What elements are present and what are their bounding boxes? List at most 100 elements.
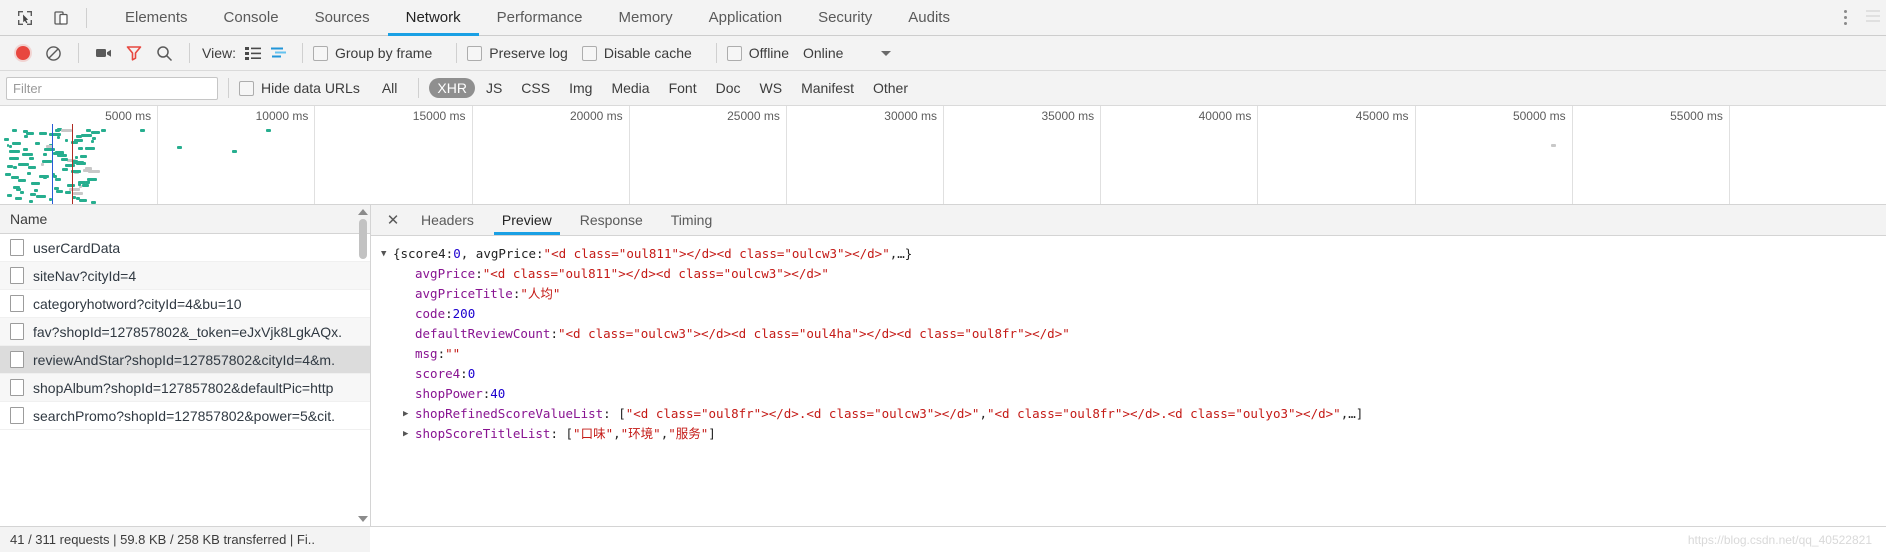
filter-type-media[interactable]: Media [603, 78, 657, 98]
filter-type-ws[interactable]: WS [752, 78, 791, 98]
json-line[interactable]: msg: "" [381, 344, 1886, 364]
checkbox-box[interactable] [312, 45, 328, 61]
toolbar-divider [228, 78, 229, 98]
checkbox-box[interactable] [239, 80, 254, 96]
json-line[interactable]: shopPower: 40 [381, 384, 1886, 404]
network-overview-timeline[interactable]: 5000 ms 10000 ms 15000 ms 20000 ms 25000 ms 3… [0, 106, 1886, 205]
preview-json-viewer[interactable]: ▼ {score4: 0, avgPrice: "<d class="oul811… [371, 236, 1886, 526]
filter-type-js[interactable]: JS [478, 78, 510, 98]
document-icon [10, 323, 24, 340]
group-by-frame-checkbox[interactable]: Group by frame [312, 45, 432, 61]
tab-timing[interactable]: Timing [657, 205, 727, 235]
record-button-icon[interactable] [8, 40, 38, 66]
hide-data-urls-checkbox[interactable]: Hide data URLs [239, 80, 360, 96]
request-list-scrollbar[interactable] [358, 209, 368, 385]
tab-sources[interactable]: Sources [297, 0, 388, 35]
collapse-arrow-icon[interactable]: ▶ [403, 404, 415, 424]
overview-request-bar [31, 181, 40, 185]
view-label: View: [202, 45, 236, 61]
preserve-log-checkbox[interactable]: Preserve log [467, 45, 568, 61]
window-controls-icon [1866, 9, 1880, 26]
clear-icon[interactable] [38, 40, 68, 66]
request-list-item[interactable]: userCardData [0, 234, 370, 262]
filter-type-font[interactable]: Font [661, 78, 705, 98]
camera-icon[interactable] [89, 40, 119, 66]
tab-application[interactable]: Application [691, 0, 800, 35]
request-detail-pane: ✕ Headers Preview Response Timing ▼ {scor… [371, 205, 1886, 526]
filter-type-img[interactable]: Img [561, 78, 600, 98]
json-line[interactable]: score4: 0 [381, 364, 1886, 384]
chevron-down-icon[interactable] [881, 50, 892, 56]
tab-audits[interactable]: Audits [890, 0, 968, 35]
toolbar-divider [456, 43, 458, 63]
json-key: shopPower [415, 386, 483, 401]
filter-type-css[interactable]: CSS [513, 78, 558, 98]
overview-request-bar [23, 148, 28, 152]
json-string-value: "口味" [573, 426, 614, 441]
tab-console[interactable]: Console [206, 0, 297, 35]
tab-response[interactable]: Response [566, 205, 657, 235]
list-view-icon[interactable] [240, 41, 266, 65]
request-list-item[interactable]: categoryhotword?cityId=4&bu=10 [0, 290, 370, 318]
filter-type-manifest[interactable]: Manifest [793, 78, 862, 98]
vertical-dots-icon[interactable] [1836, 8, 1854, 28]
json-punctuation: ] [708, 426, 716, 441]
tab-memory[interactable]: Memory [601, 0, 691, 35]
funnel-icon[interactable] [119, 40, 149, 66]
request-rows: userCardData siteNav?cityId=4 categoryhotw… [0, 234, 370, 526]
checkbox-label: Hide data URLs [261, 80, 360, 96]
request-list-item[interactable]: siteNav?cityId=4 [0, 262, 370, 290]
search-icon[interactable] [149, 40, 179, 66]
tab-performance[interactable]: Performance [479, 0, 601, 35]
filter-input[interactable] [6, 76, 218, 100]
request-list-scrollbar-down[interactable] [358, 516, 368, 522]
waterfall-view-icon[interactable] [266, 41, 292, 65]
scroll-down-arrow-icon[interactable] [358, 516, 368, 522]
request-list-item[interactable]: shopAlbum?shopId=127857802&defaultPic=ht… [0, 374, 370, 402]
json-line[interactable]: defaultReviewCount: "<d class="oulcw3"><… [381, 324, 1886, 344]
request-list-item[interactable]: fav?shopId=127857802&_token=eJxVjk8LgkAQ… [0, 318, 370, 346]
scrollbar-thumb[interactable] [359, 219, 367, 259]
checkbox-box[interactable] [581, 45, 597, 61]
json-string-value: "环境" [620, 426, 661, 441]
tab-preview[interactable]: Preview [488, 205, 566, 235]
expand-arrow-icon[interactable]: ▼ [381, 244, 393, 264]
filter-type-xhr[interactable]: XHR [429, 78, 475, 98]
request-list-item[interactable]: reviewAndStar?shopId=127857802&cityId=4&… [0, 346, 370, 374]
devtools-tabstrip: Elements Console Sources Network Perform… [0, 0, 1886, 36]
checkbox-box[interactable] [467, 45, 483, 61]
tab-headers[interactable]: Headers [407, 205, 488, 235]
filter-type-doc[interactable]: Doc [708, 78, 749, 98]
filter-type-all[interactable]: All [374, 78, 406, 98]
overview-request-bar [28, 165, 37, 169]
tab-security[interactable]: Security [800, 0, 890, 35]
filter-type-other[interactable]: Other [865, 78, 916, 98]
toggle-device-toolbar-icon[interactable] [50, 7, 72, 29]
scroll-up-arrow-icon[interactable] [358, 209, 368, 215]
request-list-item[interactable]: searchPromo?shopId=127857802&power=5&cit… [0, 402, 370, 430]
devtools-window: Elements Console Sources Network Perform… [0, 0, 1886, 552]
tab-label: Audits [908, 9, 950, 26]
overview-request-bar [19, 190, 25, 194]
column-header-name[interactable]: Name [0, 205, 370, 234]
disable-cache-checkbox[interactable]: Disable cache [581, 45, 692, 61]
json-line[interactable]: avgPriceTitle: "人均" [381, 284, 1886, 304]
inspect-element-icon[interactable] [14, 7, 36, 29]
tab-label: Elements [125, 9, 188, 26]
checkbox-box[interactable] [726, 45, 742, 61]
json-punctuation: , [979, 406, 987, 421]
overview-request-bar [26, 172, 31, 175]
json-line[interactable]: code: 200 [381, 304, 1886, 324]
overview-request-bar [43, 175, 47, 179]
json-line[interactable]: ▶ shopScoreTitleList: ["口味", "环境", "服务"] [381, 424, 1886, 444]
document-icon [10, 267, 24, 284]
json-line[interactable]: ▶ shopRefinedScoreValueList: ["<d class="… [381, 404, 1886, 424]
tab-network[interactable]: Network [387, 0, 479, 36]
throttling-select[interactable]: Online [803, 45, 892, 61]
close-icon[interactable]: ✕ [379, 205, 407, 235]
json-line[interactable]: avgPrice: "<d class="oul811"></d><d clas… [381, 264, 1886, 284]
offline-checkbox[interactable]: Offline [726, 45, 789, 61]
tab-elements[interactable]: Elements [107, 0, 206, 35]
collapse-arrow-icon[interactable]: ▶ [403, 424, 415, 444]
json-line[interactable]: ▼ {score4: 0, avgPrice: "<d class="oul811… [381, 244, 1886, 264]
